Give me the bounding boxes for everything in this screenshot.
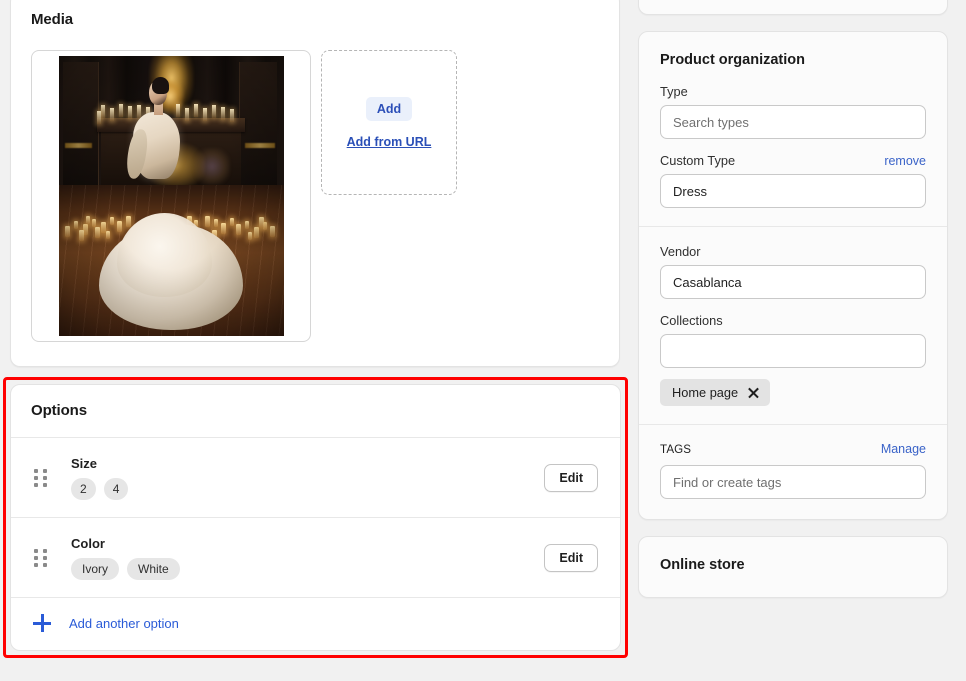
tags-header: TAGS Manage [660, 442, 926, 456]
custom-type-input[interactable] [660, 174, 926, 208]
product-photo [58, 56, 284, 336]
media-thumbnail[interactable] [31, 50, 311, 342]
product-organization-title: Product organization [660, 52, 805, 68]
media-card: Media Add Add from URL [10, 0, 620, 367]
product-edit-page: Media Add Add from URL Options Size 2 4 … [0, 0, 966, 681]
edit-option-button[interactable]: Edit [544, 543, 598, 572]
add-from-url-link[interactable]: Add from URL [347, 135, 432, 149]
option-name: Size [71, 455, 98, 471]
insights-card: has had recent sales [638, 0, 948, 15]
collections-input[interactable] [660, 334, 926, 368]
add-media-button[interactable]: Add [365, 96, 413, 121]
type-input[interactable] [660, 105, 926, 139]
options-card: Options Size 2 4 Edit Color Ivory White … [10, 384, 621, 651]
vendor-field: Vendor [660, 244, 926, 299]
collection-chip-home-page[interactable]: Home page [660, 379, 771, 406]
option-row-color[interactable]: Color Ivory White Edit [11, 517, 620, 597]
media-dropzone[interactable]: Add Add from URL [321, 50, 457, 195]
collections-label: Collections [660, 313, 723, 328]
collection-chip-label: Home page [672, 385, 739, 400]
option-value-chip: White [127, 557, 180, 580]
tags-section: TAGS Manage [639, 425, 947, 519]
option-row-size[interactable]: Size 2 4 Edit [11, 437, 620, 517]
organization-fields: Type Custom Type remove [639, 84, 947, 226]
tags-input[interactable] [660, 465, 926, 499]
product-organization-card: Product organization Type Custom Type re… [638, 31, 948, 520]
option-value-chip: Ivory [71, 557, 120, 580]
vendor-input[interactable] [660, 265, 926, 299]
type-field: Type [660, 84, 926, 139]
option-value-chip: 2 [71, 477, 96, 500]
collections-field: Collections Home page [660, 313, 926, 406]
online-store-title: Online store [660, 557, 745, 573]
custom-type-label: Custom Type [660, 153, 736, 168]
vendor-label: Vendor [660, 244, 701, 259]
option-body: Color Ivory White [71, 536, 544, 580]
media-title: Media [31, 11, 74, 28]
close-icon[interactable] [747, 386, 760, 399]
add-another-option-button[interactable]: Add another option [11, 597, 620, 650]
custom-type-field: Custom Type remove [660, 153, 926, 208]
sidebar-column: has had recent sales Product organizatio… [638, 0, 948, 614]
online-store-card: Online store [638, 536, 948, 598]
option-values: 2 4 [71, 477, 544, 500]
manage-tags-link[interactable]: Manage [881, 442, 926, 456]
drag-handle-icon[interactable] [33, 547, 49, 569]
main-column: Media Add Add from URL [10, 0, 620, 377]
remove-custom-type-link[interactable]: remove [884, 154, 926, 168]
option-values: Ivory White [71, 557, 544, 580]
option-name: Color [71, 535, 105, 551]
type-label: Type [660, 84, 688, 99]
vendor-collections-fields: Vendor Collections Home page [639, 227, 947, 424]
plus-icon [33, 614, 51, 632]
option-body: Size 2 4 [71, 456, 544, 500]
tags-label: TAGS [660, 442, 692, 456]
options-header: Options [11, 385, 620, 437]
edit-option-button[interactable]: Edit [544, 463, 598, 492]
option-value-chip: 4 [103, 477, 129, 500]
options-title: Options [31, 402, 87, 419]
options-highlight-annotation: Options Size 2 4 Edit Color Ivory White … [3, 377, 628, 658]
media-thumbnail-image [58, 56, 284, 336]
drag-handle-icon[interactable] [33, 467, 49, 489]
media-row: Add Add from URL [31, 50, 599, 342]
custom-type-header: Custom Type remove [660, 153, 926, 168]
add-another-option-label: Add another option [69, 615, 179, 631]
